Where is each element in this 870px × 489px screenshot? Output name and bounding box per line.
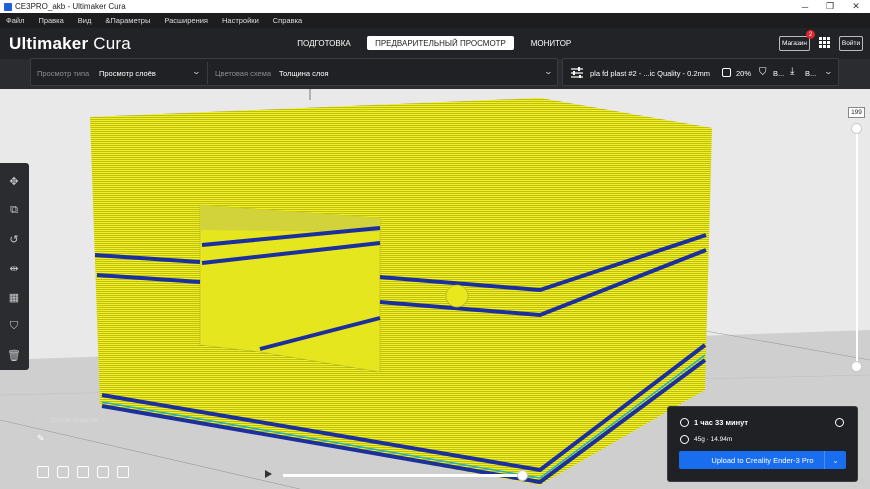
info-icon[interactable] xyxy=(835,418,844,427)
app-logo: Ultimaker Cura xyxy=(9,34,131,54)
print-time: 1 час 33 минут xyxy=(694,418,749,427)
window-title: CE3PRO_akb - Ultimaker Cura xyxy=(15,2,126,11)
view-top-icon[interactable] xyxy=(77,466,89,478)
logo-bold-text: Ultimaker xyxy=(9,34,89,53)
trash-icon[interactable]: 🗑 xyxy=(7,349,21,362)
view-right-icon[interactable] xyxy=(117,466,129,478)
stage-prepare-tab[interactable]: ПОДГОТОВКА xyxy=(292,36,356,50)
rotate-tool-icon[interactable]: ↺ xyxy=(8,233,20,246)
layer-slider-track[interactable] xyxy=(856,128,858,367)
pencil-icon[interactable]: ✎ xyxy=(37,433,45,444)
divider xyxy=(207,62,208,84)
apps-grid-icon[interactable] xyxy=(819,37,830,48)
adhesion-icon: ⤓ xyxy=(790,66,795,77)
simulation-slider-handle[interactable] xyxy=(517,470,528,481)
support-value: В... xyxy=(773,69,785,78)
scale-tool-icon[interactable]: ⧉ xyxy=(8,204,20,216)
move-tool-icon[interactable]: ✥ xyxy=(8,175,20,188)
menu-item-extensions[interactable]: Расширения xyxy=(158,16,216,25)
print-settings-panel[interactable]: pla fd plast #2 - ...ic Quality - 0.2mm … xyxy=(562,58,839,86)
close-button[interactable]: ✕ xyxy=(843,0,869,13)
per-model-settings-icon[interactable]: ▦ xyxy=(8,291,20,304)
support-icon: ⛉ xyxy=(759,67,767,78)
signin-button[interactable]: Войти xyxy=(839,36,863,51)
chevron-down-icon[interactable]: ⌄ xyxy=(544,67,553,76)
simulation-slider-track[interactable] xyxy=(283,474,523,477)
menu-bar: Файл Правка Вид &Параметры Расширения На… xyxy=(0,13,870,28)
material-usage: 45g · 14.94m xyxy=(694,436,733,443)
print-info-panel: 1 час 33 минут 45g · 14.94m Upload to Cr… xyxy=(667,406,858,482)
maximize-button[interactable]: ❐ xyxy=(817,0,843,13)
play-icon[interactable] xyxy=(265,470,272,478)
view-front-icon[interactable] xyxy=(57,466,69,478)
upload-button[interactable]: Upload to Creality Ender-3 Pro ⌄ xyxy=(679,451,846,469)
menu-item-file[interactable]: Файл xyxy=(0,16,32,25)
notification-badge: 2 xyxy=(806,30,815,39)
app-icon xyxy=(4,2,12,11)
chevron-down-icon[interactable]: ⌄ xyxy=(824,451,846,469)
spool-icon xyxy=(680,435,689,444)
layer-slider-top-handle[interactable] xyxy=(851,123,862,134)
view-type-label: Просмотр типа xyxy=(37,69,90,78)
marketplace-button[interactable]: Магазин xyxy=(779,36,810,51)
menu-item-help[interactable]: Справка xyxy=(267,16,310,25)
profile-name: pla fd plast #2 - ...ic Quality - 0.2mm xyxy=(590,69,711,78)
object-list-toggle[interactable]: ⌃ Список объектов xyxy=(36,417,98,424)
window-titlebar: CE3PRO_akb - Ultimaker Cura ─ ❐ ✕ xyxy=(0,0,870,13)
object-list-label: Список объектов xyxy=(50,418,98,424)
view-left-icon[interactable] xyxy=(97,466,109,478)
menu-item-view[interactable]: Вид xyxy=(72,16,100,25)
stage-monitor-tab[interactable]: МОНИТОР xyxy=(524,36,578,50)
adhesion-value: В... xyxy=(805,69,817,78)
mirror-tool-icon[interactable]: ⇹ xyxy=(8,262,20,275)
color-scheme-label: Цветовая схема xyxy=(215,69,272,78)
layer-slider-bottom-handle[interactable] xyxy=(851,361,862,372)
logo-light-text: Cura xyxy=(93,34,131,53)
layer-number-input[interactable]: 199 xyxy=(848,107,865,118)
chevron-down-icon[interactable]: ⌄ xyxy=(824,67,833,76)
color-scheme-value[interactable]: Толщина слоя xyxy=(279,69,329,78)
menu-item-settings[interactable]: &Параметры xyxy=(99,16,158,25)
chevron-down-icon[interactable]: ⌄ xyxy=(192,67,201,76)
stage-preview-tab[interactable]: ПРЕДВАРИТЕЛЬНЫЙ ПРОСМОТР xyxy=(367,36,514,50)
infill-value: 20% xyxy=(736,69,752,78)
material-row: 45g · 14.94m xyxy=(680,435,732,444)
view-settings-panel: Просмотр типа Просмотр слоёв ⌄ Цветовая … xyxy=(30,58,558,86)
upload-button-label: Upload to Creality Ender-3 Pro xyxy=(711,455,814,465)
view-3d-icon[interactable] xyxy=(37,466,49,478)
tool-sidebar: ✥ ⧉ ↺ ⇹ ▦ ⛉ 🗑 xyxy=(0,163,29,370)
view-type-value[interactable]: Просмотр слоёв xyxy=(99,69,156,78)
print-time-row: 1 час 33 минут xyxy=(680,418,748,427)
menu-item-preferences[interactable]: Настройки xyxy=(216,16,267,25)
clock-icon xyxy=(680,418,689,427)
support-blocker-icon[interactable]: ⛉ xyxy=(8,320,20,332)
menu-item-edit[interactable]: Правка xyxy=(32,16,71,25)
sliders-icon xyxy=(571,67,583,78)
minimize-button[interactable]: ─ xyxy=(792,0,818,13)
chevron-up-icon: ⌃ xyxy=(36,418,42,424)
camera-view-buttons xyxy=(37,466,129,478)
infill-icon xyxy=(722,68,731,77)
app-header: Ultimaker Cura ПОДГОТОВКА ПРЕДВАРИТЕЛЬНЫ… xyxy=(0,28,870,59)
